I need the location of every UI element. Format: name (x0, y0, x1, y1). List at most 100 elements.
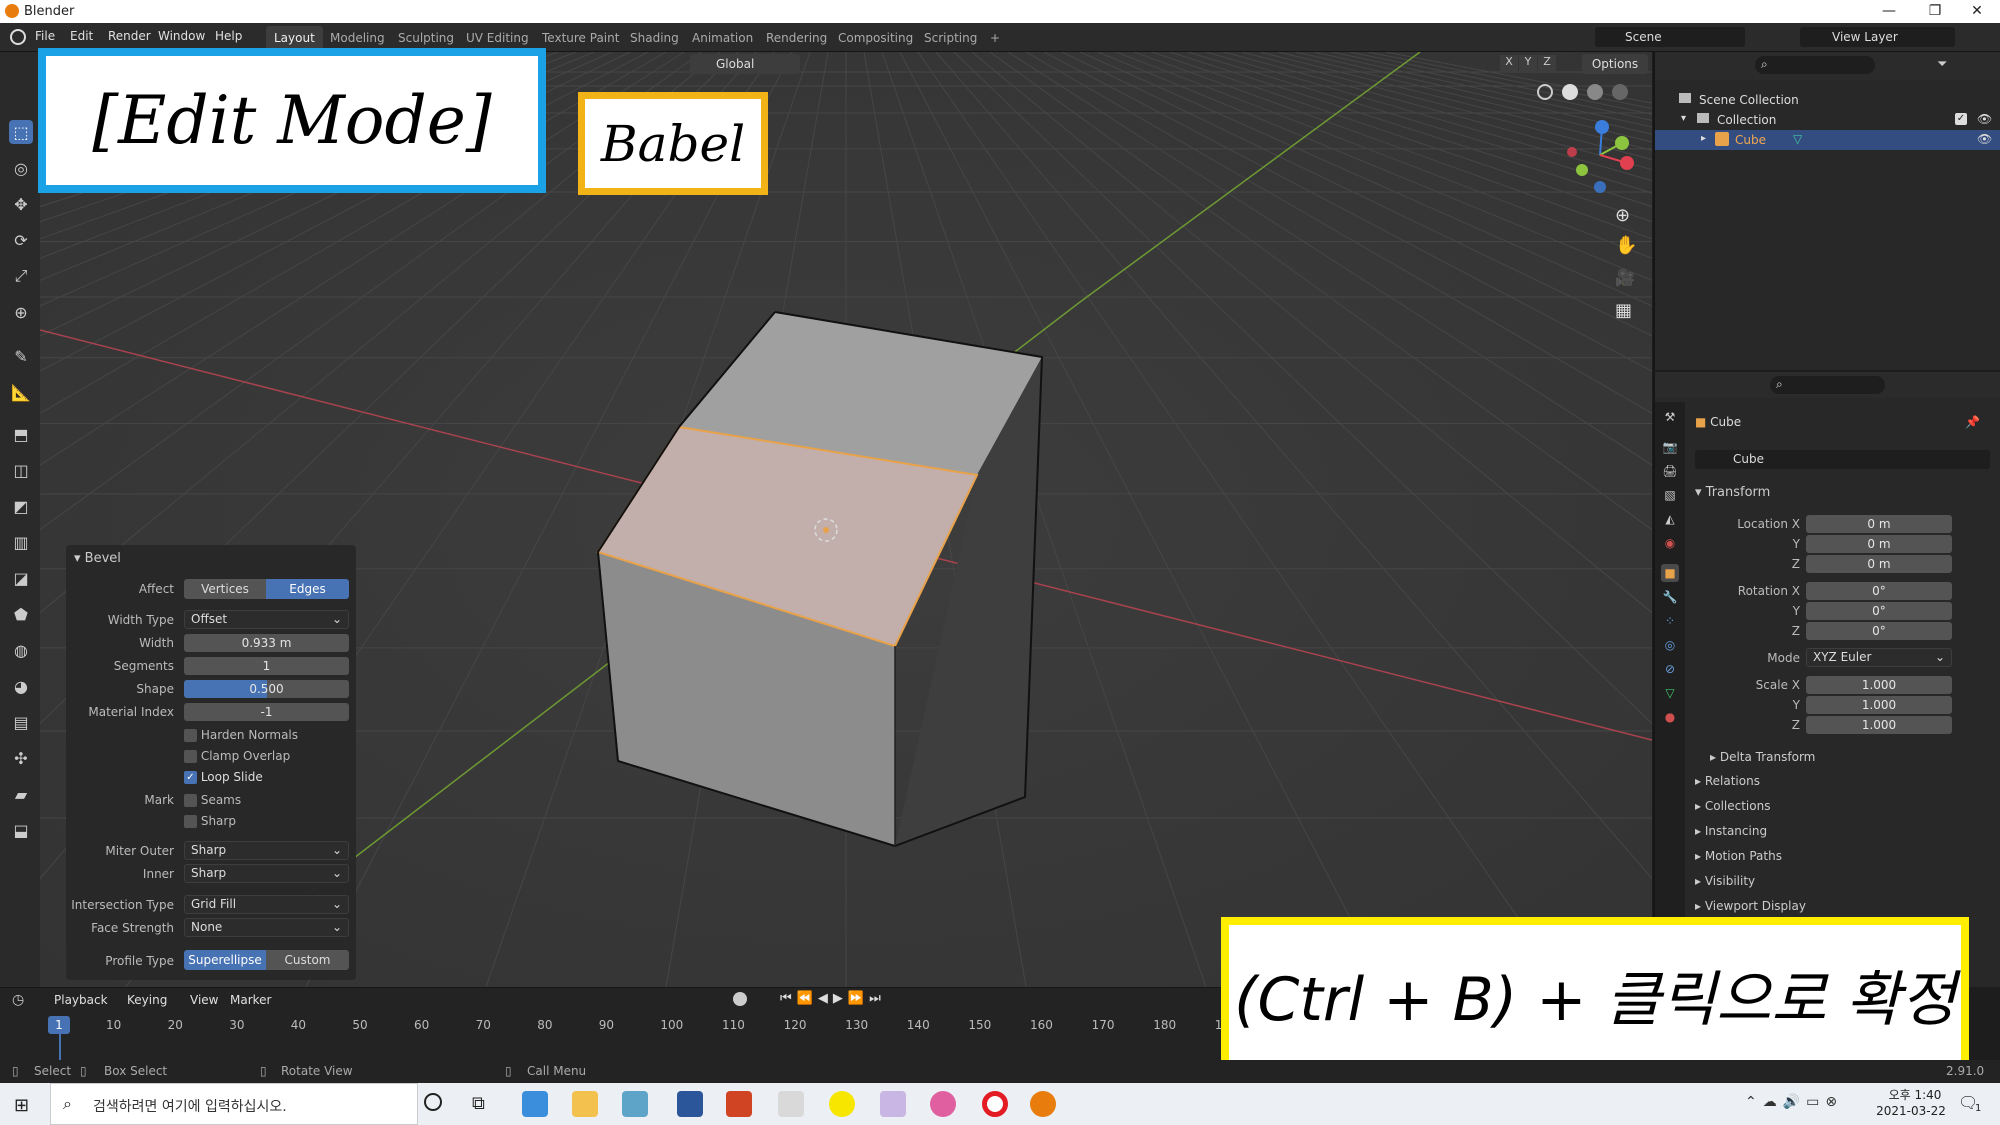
view-layer-tab-icon[interactable]: ▧ (1661, 486, 1679, 504)
menu-window[interactable]: Window (158, 29, 205, 43)
transform-section-header[interactable]: ▾ Transform (1695, 485, 1770, 500)
transform-tool-icon[interactable]: ⊕ (9, 300, 33, 324)
view-menu[interactable]: View (190, 993, 218, 1007)
blender-menu-icon[interactable] (10, 29, 26, 45)
system-tray-icons[interactable]: ⌃☁🔊▭⊗ (1745, 1094, 1843, 1110)
menu-file[interactable]: File (35, 29, 55, 43)
move-tool-icon[interactable]: ✥ (9, 192, 33, 216)
miter-outer-dropdown[interactable]: Sharp ⌄ (184, 841, 349, 860)
face-strength-dropdown[interactable]: None ⌄ (184, 918, 349, 937)
scale-z-field[interactable]: 1.000 (1806, 716, 1952, 734)
wireframe-shading-icon[interactable] (1537, 84, 1553, 100)
mirror-x-toggle[interactable]: X (1500, 55, 1518, 73)
shear-tool-icon[interactable]: ▰ (9, 782, 33, 806)
tab-compositing[interactable]: Compositing (830, 26, 921, 50)
segments-field[interactable]: 1 (184, 657, 349, 675)
mirror-z-toggle[interactable]: Z (1538, 55, 1556, 73)
view-layer-selector[interactable]: View Layer (1800, 27, 1955, 47)
transform-orientation-dropdown[interactable]: Global (690, 54, 800, 74)
kakaotalk-icon[interactable] (829, 1091, 855, 1117)
outliner-cube[interactable]: ▸ Cube ▽ 👁 (1655, 130, 2000, 150)
windows-start-icon[interactable]: ⊞ (14, 1095, 29, 1116)
editor-type-icon[interactable]: ◷ (12, 992, 24, 1008)
material-shading-icon[interactable] (1587, 84, 1604, 100)
marker-menu[interactable]: Marker (230, 993, 271, 1007)
motion-paths-section[interactable]: ▸ Motion Paths (1695, 849, 1782, 863)
properties-search-input[interactable]: ⌕ (1770, 376, 1885, 394)
location-x-field[interactable]: 0 m (1806, 515, 1952, 533)
physics-tab-icon[interactable]: ◎ (1661, 636, 1679, 654)
measure-tool-icon[interactable]: 📐 (9, 380, 33, 404)
rotate-tool-icon[interactable]: ⟳ (9, 228, 33, 252)
tab-sculpting[interactable]: Sculpting (390, 26, 462, 50)
taskbar-search-box[interactable]: ⌕ 검색하려면 여기에 입력하십시오. (50, 1083, 418, 1125)
delta-transform-section[interactable]: ▸ Delta Transform (1710, 750, 1815, 764)
taskbar-app-icon[interactable] (778, 1091, 804, 1117)
rendered-shading-icon[interactable] (1612, 84, 1629, 100)
data-tab-icon[interactable]: ▽ (1661, 684, 1679, 702)
loop-slide-checkbox[interactable]: ✓ Loop Slide (184, 770, 263, 784)
bevel-tool-icon[interactable]: ◩ (9, 494, 33, 518)
tab-scripting[interactable]: Scripting (916, 26, 985, 50)
file-explorer-icon[interactable] (572, 1091, 598, 1117)
scale-x-field[interactable]: 1.000 (1806, 676, 1952, 694)
harden-normals-checkbox[interactable]: Harden Normals (184, 728, 298, 742)
blender-icon[interactable] (1030, 1091, 1056, 1117)
spin-tool-icon[interactable]: ◍ (9, 638, 33, 662)
task-view-icon[interactable]: ⧉ (472, 1093, 485, 1114)
location-y-field[interactable]: 0 m (1806, 535, 1952, 553)
cortana-icon[interactable] (424, 1093, 442, 1111)
viewport-shading-buttons[interactable] (1535, 82, 1655, 102)
inner-dropdown[interactable]: Sharp ⌄ (184, 864, 349, 883)
record-icon[interactable] (733, 992, 747, 1006)
clamp-overlap-checkbox[interactable]: Clamp Overlap (184, 749, 290, 763)
material-index-field[interactable]: -1 (184, 703, 349, 721)
scale-tool-icon[interactable]: ⤢ (9, 264, 33, 288)
powerpoint-icon[interactable] (726, 1091, 752, 1117)
affect-edges-button[interactable]: Edges (266, 579, 349, 599)
bevel-panel-header[interactable]: ▾ Bevel (74, 551, 121, 566)
modifier-tab-icon[interactable]: 🔧 (1661, 588, 1679, 606)
taskbar-app-icon[interactable] (622, 1091, 648, 1117)
particles-tab-icon[interactable]: ⁘ (1661, 612, 1679, 630)
close-button[interactable]: ✕ (1954, 0, 2000, 23)
rotation-z-field[interactable]: 0° (1806, 622, 1952, 640)
word-icon[interactable] (677, 1091, 703, 1117)
filter-icon[interactable]: ⏷ (1937, 57, 1947, 72)
relations-section[interactable]: ▸ Relations (1695, 774, 1760, 788)
object-name-field[interactable]: Cube (1695, 450, 1990, 469)
smooth-tool-icon[interactable]: ◕ (9, 674, 33, 698)
perspective-toggle-icon[interactable]: ▦ (1615, 300, 1632, 321)
navigation-gizmo[interactable] (1560, 115, 1640, 195)
eye-icon[interactable]: 👁 (1977, 112, 1992, 126)
affect-vertices-button[interactable]: Vertices (184, 579, 266, 599)
mesh-data-icon[interactable]: ▽ (1793, 132, 1802, 146)
scene-tab-icon[interactable]: ◭ (1661, 510, 1679, 528)
tab-texture-paint[interactable]: Texture Paint (534, 26, 627, 50)
add-workspace-button[interactable]: + (982, 26, 1008, 50)
menu-edit[interactable]: Edit (70, 29, 93, 43)
sharp-checkbox[interactable]: Sharp (184, 814, 236, 828)
knife-tool-icon[interactable]: ◪ (9, 566, 33, 590)
location-z-field[interactable]: 0 m (1806, 555, 1952, 573)
render-tab-icon[interactable]: 📷 (1661, 438, 1679, 456)
shape-slider[interactable]: 0.500 (184, 680, 349, 698)
rotation-mode-dropdown[interactable]: XYZ Euler ⌄ (1806, 648, 1952, 667)
inset-tool-icon[interactable]: ◫ (9, 458, 33, 482)
playback-menu[interactable]: Playback (54, 993, 108, 1007)
tab-uv-editing[interactable]: UV Editing (458, 26, 537, 50)
rotation-y-field[interactable]: 0° (1806, 602, 1952, 620)
playback-controls[interactable]: ⏮⏪◀▶⏩⏭ (780, 991, 886, 1006)
taskbar-time[interactable]: 오후 1:40 (1880, 1086, 1950, 1103)
mirror-y-toggle[interactable]: Y (1519, 55, 1537, 73)
tab-modeling[interactable]: Modeling (322, 26, 393, 50)
viewport-display-section[interactable]: ▸ Viewport Display (1695, 899, 1806, 913)
rotation-x-field[interactable]: 0° (1806, 582, 1952, 600)
extrude-tool-icon[interactable]: ⬒ (9, 422, 33, 446)
outliner-collection[interactable]: ▾ Collection ✓ 👁 (1655, 110, 2000, 130)
pan-hand-icon[interactable]: ✋ (1615, 235, 1637, 256)
pin-icon[interactable]: 📌 (1965, 415, 1980, 429)
keying-menu[interactable]: Keying (127, 993, 167, 1007)
loop-cut-tool-icon[interactable]: ▥ (9, 530, 33, 554)
options-dropdown[interactable]: Options (1582, 54, 1648, 74)
